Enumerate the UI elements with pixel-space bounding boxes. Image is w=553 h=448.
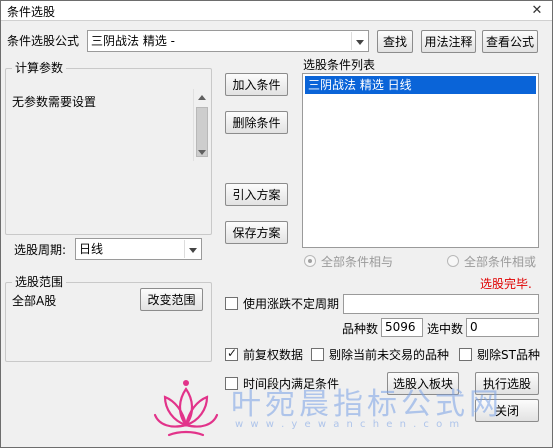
condition-list[interactable]: 三阴战法 精选 日线 [302, 73, 539, 248]
condition-list-label: 选股条件列表 [303, 58, 376, 72]
formula-select[interactable]: 三阴战法 精选 - [87, 30, 369, 52]
dialog-window: 条件选股 ✕ 条件选股公式 三阴战法 精选 - 查找 用法注释 查看公式 计算参… [0, 0, 553, 448]
formula-value: 三阴战法 精选 - [91, 34, 175, 48]
save-scheme-button[interactable]: 保存方案 [225, 221, 288, 244]
total-count-label: 品种数 [342, 322, 379, 336]
execute-button[interactable]: 执行选股 [475, 372, 539, 395]
period-select[interactable]: 日线 [75, 238, 202, 260]
view-formula-button[interactable]: 查看公式 [482, 30, 538, 53]
scroll-up-icon[interactable] [194, 89, 211, 106]
close-button[interactable]: 关闭 [475, 399, 539, 422]
delete-condition-button[interactable]: 删除条件 [225, 111, 288, 134]
time-segment-label: 时间段内满足条件 [243, 377, 340, 391]
period-value: 日线 [79, 242, 104, 256]
close-icon[interactable]: ✕ [526, 2, 548, 19]
exclude-untraded-checkbox[interactable] [311, 348, 324, 361]
and-radio[interactable] [304, 255, 316, 267]
selected-count-field: 0 [466, 318, 539, 337]
selected-count-label: 选中数 [427, 322, 464, 336]
and-radio-label: 全部条件相与 [321, 255, 394, 269]
time-segment-checkbox[interactable] [225, 377, 238, 390]
exclude-st-label: 剔除ST品种 [477, 348, 540, 362]
adjusted-label: 前复权数据 [243, 348, 304, 362]
params-group-label: 计算参数 [12, 61, 67, 75]
adjusted-checkbox[interactable] [225, 346, 238, 361]
exclude-st-checkbox[interactable] [459, 348, 472, 361]
find-button[interactable]: 查找 [377, 30, 413, 53]
change-range-button[interactable]: 改变范围 [140, 288, 203, 311]
status-text: 选股完毕. [480, 277, 532, 291]
limit-period-checkbox[interactable] [225, 297, 238, 310]
exclude-untraded-label: 剔除当前未交易的品种 [329, 348, 450, 362]
list-item[interactable]: 三阴战法 精选 日线 [305, 76, 536, 94]
params-scrollbar[interactable] [193, 89, 210, 161]
title-bar: 条件选股 ✕ [1, 1, 552, 21]
to-block-button[interactable]: 选股入板块 [387, 372, 459, 395]
total-count-field: 5096 [381, 318, 423, 337]
import-scheme-button[interactable]: 引入方案 [225, 183, 288, 206]
or-radio[interactable] [447, 255, 459, 267]
range-group-label: 选股范围 [12, 275, 67, 289]
chevron-down-icon[interactable] [351, 32, 367, 50]
usage-button[interactable]: 用法注释 [421, 30, 476, 53]
chevron-down-icon[interactable] [184, 240, 200, 258]
params-text: 无参数需要设置 [12, 95, 97, 109]
range-value: 全部A股 [12, 294, 57, 308]
limit-period-label: 使用涨跌不定周期 [243, 297, 340, 311]
params-group: 计算参数 无参数需要设置 [5, 61, 212, 235]
lotus-logo-icon [153, 380, 219, 437]
watermark-url: w w w . y e w a n c h e n . c o m [235, 419, 462, 430]
period-label: 选股周期: [14, 243, 67, 257]
add-condition-button[interactable]: 加入条件 [225, 73, 288, 96]
formula-label: 条件选股公式 [7, 34, 80, 48]
window-title: 条件选股 [7, 5, 56, 19]
or-radio-label: 全部条件相或 [464, 255, 537, 269]
scroll-down-icon[interactable] [194, 144, 211, 161]
limit-period-input[interactable] [343, 294, 539, 314]
